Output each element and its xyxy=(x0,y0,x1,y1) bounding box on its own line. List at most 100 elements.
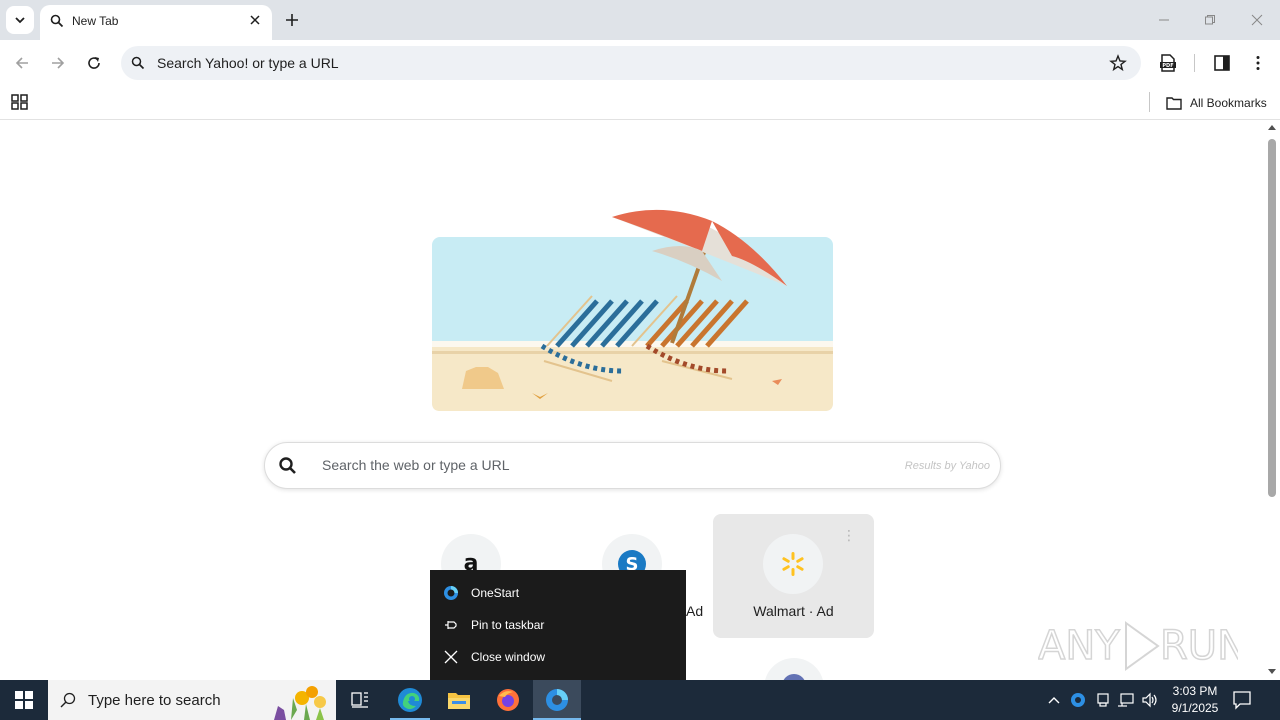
windows-logo-icon xyxy=(15,691,33,709)
onestart-icon xyxy=(443,585,459,601)
star-icon[interactable] xyxy=(1109,54,1127,72)
web-search-box[interactable]: Search the web or type a URL Results by … xyxy=(264,442,1001,489)
taskbar-task-view[interactable] xyxy=(336,680,384,720)
shortcut-tile-partial[interactable] xyxy=(764,658,824,680)
more-vertical-icon xyxy=(1256,56,1260,70)
reload-icon xyxy=(88,57,100,69)
address-bar[interactable]: Search Yahoo! or type a URL xyxy=(121,46,1141,80)
search-icon xyxy=(131,56,145,70)
jump-list-label: Close window xyxy=(471,650,546,664)
minimize-button[interactable] xyxy=(1154,10,1174,30)
jump-list-item-pin[interactable]: Pin to taskbar xyxy=(430,609,686,641)
walmart-icon xyxy=(782,552,804,576)
menu-button[interactable] xyxy=(1247,52,1269,74)
jump-list-item-onestart[interactable]: OneStart xyxy=(430,577,686,609)
page-scrollbar[interactable] xyxy=(1264,121,1280,680)
taskbar-app-edge[interactable] xyxy=(386,680,434,720)
tray-network[interactable] xyxy=(1117,691,1135,709)
svg-text:ANY: ANY xyxy=(1038,623,1120,669)
minimize-icon xyxy=(1159,19,1169,21)
web-search-input[interactable]: Search the web or type a URL xyxy=(322,457,510,473)
all-bookmarks-label: All Bookmarks xyxy=(1190,96,1267,110)
clock-time: 3:03 PM xyxy=(1172,684,1218,698)
folder-icon xyxy=(448,693,470,709)
anyrun-watermark: ANY RUN xyxy=(1038,621,1238,671)
tab-new-tab[interactable]: New Tab xyxy=(40,5,272,40)
tab-search-button[interactable] xyxy=(6,6,34,34)
tile-icon-container xyxy=(763,534,823,594)
tile-more-icon[interactable]: ⋮ xyxy=(842,528,856,542)
tab-title: New Tab xyxy=(72,14,119,28)
taskbar-clock[interactable]: 3:03 PM 9/1/2025 xyxy=(1165,683,1225,717)
shortcut-tile-walmart[interactable]: Walmart · Ad ⋮ xyxy=(713,514,874,638)
onestart-icon xyxy=(546,689,568,711)
tray-overflow-button[interactable] xyxy=(1045,691,1063,709)
svg-text:RUN: RUN xyxy=(1160,623,1238,669)
jump-list-label: Pin to taskbar xyxy=(471,618,545,632)
network-icon xyxy=(1118,693,1134,707)
plus-icon xyxy=(286,14,298,26)
search-icon xyxy=(279,457,296,474)
arrow-right-icon xyxy=(52,57,65,69)
pdf-icon: PDF xyxy=(1160,54,1176,72)
close-icon xyxy=(443,649,459,665)
flower-decoration-icon xyxy=(274,686,326,720)
tray-onestart[interactable] xyxy=(1069,691,1087,709)
search-attribution: Results by Yahoo xyxy=(904,460,990,472)
windows-taskbar: Type here to search 3:03 PM 9/1/2025 xyxy=(0,680,1280,720)
jump-list-label: OneStart xyxy=(471,586,520,600)
chevron-down-icon xyxy=(15,17,25,24)
tray-volume[interactable] xyxy=(1141,691,1159,709)
scroll-up-arrow-icon[interactable] xyxy=(1268,125,1276,130)
back-button[interactable] xyxy=(11,52,33,74)
tab-strip: New Tab xyxy=(0,0,1280,40)
search-icon xyxy=(60,692,76,708)
device-icon xyxy=(1097,693,1109,707)
all-bookmarks-button[interactable]: All Bookmarks xyxy=(1166,93,1267,113)
chevron-up-icon xyxy=(1048,697,1060,704)
start-button[interactable] xyxy=(0,680,48,720)
edge-icon xyxy=(398,688,422,712)
search-icon xyxy=(50,14,64,28)
taskbar-search-box[interactable]: Type here to search xyxy=(48,680,336,720)
address-bar-text: Search Yahoo! or type a URL xyxy=(157,55,339,71)
tile-label: Walmart · Ad xyxy=(753,603,834,619)
taskbar-jump-list: OneStart Pin to taskbar Close window xyxy=(430,570,686,680)
firefox-icon xyxy=(497,689,519,711)
taskbar-app-explorer[interactable] xyxy=(435,680,483,720)
scroll-down-arrow-icon[interactable] xyxy=(1268,669,1276,674)
restore-button[interactable] xyxy=(1200,10,1220,30)
taskbar-app-onestart[interactable] xyxy=(533,680,581,720)
folder-icon xyxy=(1166,97,1182,110)
bookmarks-bar: All Bookmarks xyxy=(0,86,1280,120)
beach-illustration xyxy=(432,209,833,411)
apps-grid-icon[interactable] xyxy=(11,93,29,111)
browser-toolbar: Search Yahoo! or type a URL PDF xyxy=(0,40,1280,86)
new-tab-button[interactable] xyxy=(282,10,302,30)
notification-icon[interactable] xyxy=(1232,690,1252,710)
arrow-left-icon xyxy=(15,57,28,69)
close-icon[interactable] xyxy=(248,13,262,27)
reload-button[interactable] xyxy=(83,52,105,74)
pdf-extension-button[interactable]: PDF xyxy=(1157,52,1179,74)
toolbar-divider xyxy=(1194,54,1195,72)
jump-list-item-close[interactable]: Close window xyxy=(430,641,686,673)
clock-date: 9/1/2025 xyxy=(1171,701,1219,715)
volume-icon xyxy=(1142,692,1157,708)
tray-device[interactable] xyxy=(1094,691,1112,709)
pin-icon xyxy=(443,617,459,633)
task-view-icon xyxy=(351,692,368,708)
side-panel-icon xyxy=(1214,55,1230,71)
svg-text:PDF: PDF xyxy=(1162,63,1173,69)
side-panel-button[interactable] xyxy=(1211,52,1233,74)
bookmarks-divider xyxy=(1149,92,1150,112)
close-window-button[interactable] xyxy=(1247,10,1267,30)
restore-icon xyxy=(1205,15,1215,25)
onestart-icon xyxy=(1071,693,1085,707)
taskbar-search-placeholder: Type here to search xyxy=(88,692,221,709)
forward-button[interactable] xyxy=(47,52,69,74)
taskbar-app-firefox[interactable] xyxy=(484,680,532,720)
scroll-thumb[interactable] xyxy=(1268,139,1276,497)
close-icon xyxy=(1251,14,1263,26)
tile-ad-label: Ad xyxy=(686,603,704,619)
